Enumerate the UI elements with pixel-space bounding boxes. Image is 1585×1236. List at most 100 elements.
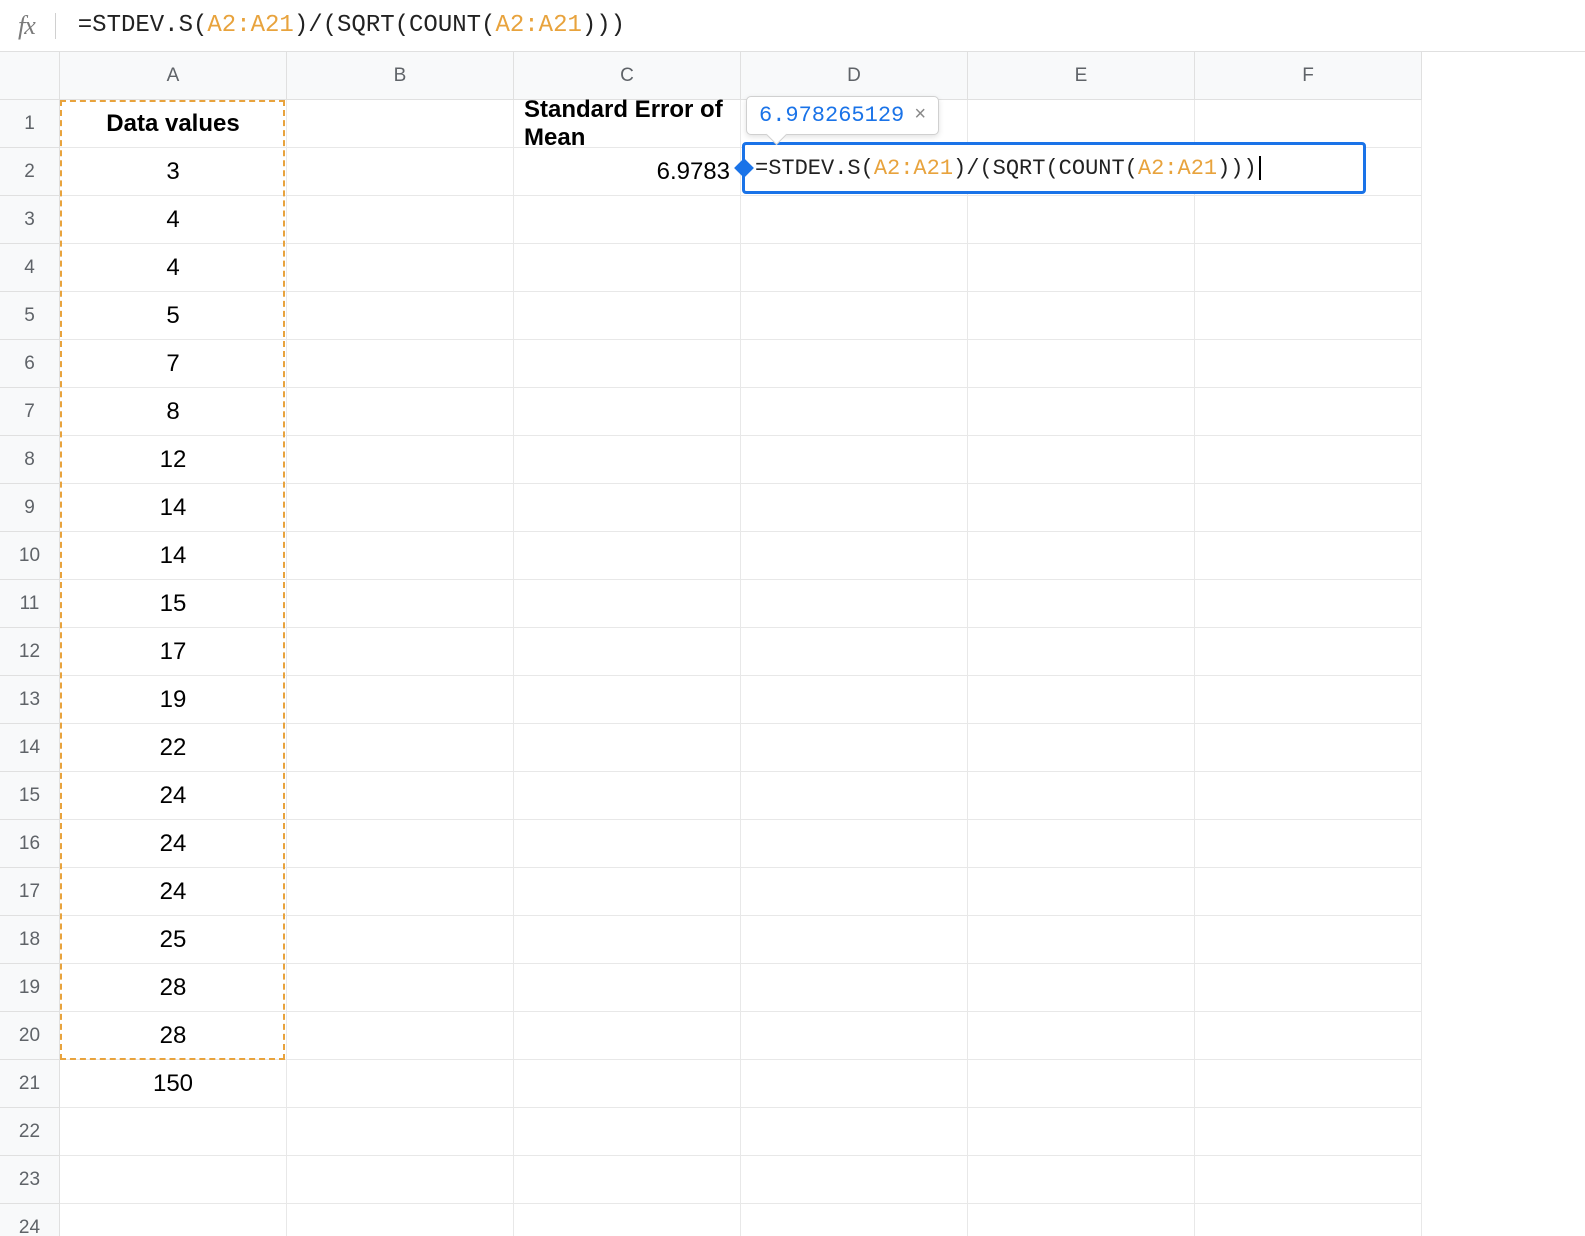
row-header-2[interactable]: 2 — [0, 148, 60, 196]
cell-D5[interactable] — [741, 292, 968, 340]
cell-D19[interactable] — [741, 964, 968, 1012]
cell-F6[interactable] — [1195, 340, 1422, 388]
cell-D4[interactable] — [741, 244, 968, 292]
cell-F22[interactable] — [1195, 1108, 1422, 1156]
cell-B11[interactable] — [287, 580, 514, 628]
row-header-20[interactable]: 20 — [0, 1012, 60, 1060]
cell-A15[interactable]: 24 — [60, 772, 287, 820]
cell-F17[interactable] — [1195, 868, 1422, 916]
cell-F11[interactable] — [1195, 580, 1422, 628]
cell-E20[interactable] — [968, 1012, 1195, 1060]
cell-E6[interactable] — [968, 340, 1195, 388]
cell-E17[interactable] — [968, 868, 1195, 916]
cell-E7[interactable] — [968, 388, 1195, 436]
cell-A1[interactable]: Data values — [60, 100, 287, 148]
cell-D15[interactable] — [741, 772, 968, 820]
cell-C5[interactable] — [514, 292, 741, 340]
cell-D24[interactable] — [741, 1204, 968, 1236]
row-header-24[interactable]: 24 — [0, 1204, 60, 1236]
row-header-7[interactable]: 7 — [0, 388, 60, 436]
cell-E9[interactable] — [968, 484, 1195, 532]
cell-E24[interactable] — [968, 1204, 1195, 1236]
row-header-17[interactable]: 17 — [0, 868, 60, 916]
col-header-A[interactable]: A — [60, 52, 287, 100]
row-header-6[interactable]: 6 — [0, 340, 60, 388]
cell-B7[interactable] — [287, 388, 514, 436]
row-header-22[interactable]: 22 — [0, 1108, 60, 1156]
cell-B3[interactable] — [287, 196, 514, 244]
cell-C7[interactable] — [514, 388, 741, 436]
cell-B23[interactable] — [287, 1156, 514, 1204]
row-header-10[interactable]: 10 — [0, 532, 60, 580]
cell-B5[interactable] — [287, 292, 514, 340]
cell-B19[interactable] — [287, 964, 514, 1012]
cell-B18[interactable] — [287, 916, 514, 964]
cell-B15[interactable] — [287, 772, 514, 820]
tooltip-close-icon[interactable]: × — [914, 104, 926, 127]
cell-A8[interactable]: 12 — [60, 436, 287, 484]
cell-D17[interactable] — [741, 868, 968, 916]
cell-A2[interactable]: 3 — [60, 148, 287, 196]
cell-E16[interactable] — [968, 820, 1195, 868]
cell-A11[interactable]: 15 — [60, 580, 287, 628]
cell-F21[interactable] — [1195, 1060, 1422, 1108]
row-header-9[interactable]: 9 — [0, 484, 60, 532]
cell-B20[interactable] — [287, 1012, 514, 1060]
cell-C19[interactable] — [514, 964, 741, 1012]
cell-B21[interactable] — [287, 1060, 514, 1108]
col-header-B[interactable]: B — [287, 52, 514, 100]
cell-F5[interactable] — [1195, 292, 1422, 340]
cell-C22[interactable] — [514, 1108, 741, 1156]
cell-F13[interactable] — [1195, 676, 1422, 724]
cell-A21[interactable]: 150 — [60, 1060, 287, 1108]
cell-B16[interactable] — [287, 820, 514, 868]
cell-D23[interactable] — [741, 1156, 968, 1204]
cell-B13[interactable] — [287, 676, 514, 724]
row-header-15[interactable]: 15 — [0, 772, 60, 820]
cell-A14[interactable]: 22 — [60, 724, 287, 772]
row-header-19[interactable]: 19 — [0, 964, 60, 1012]
cell-formula-editor[interactable]: =STDEV.S(A2:A21)/(SQRT(COUNT(A2:A21))) — [742, 142, 1366, 194]
formula-bar[interactable]: fx =STDEV.S(A2:A21)/(SQRT(COUNT(A2:A21))… — [0, 0, 1585, 52]
cell-A12[interactable]: 17 — [60, 628, 287, 676]
cell-E21[interactable] — [968, 1060, 1195, 1108]
cell-E1[interactable] — [968, 100, 1195, 148]
cell-F3[interactable] — [1195, 196, 1422, 244]
cell-B4[interactable] — [287, 244, 514, 292]
cell-A5[interactable]: 5 — [60, 292, 287, 340]
cell-C4[interactable] — [514, 244, 741, 292]
col-header-E[interactable]: E — [968, 52, 1195, 100]
cell-D9[interactable] — [741, 484, 968, 532]
cell-C14[interactable] — [514, 724, 741, 772]
cell-E12[interactable] — [968, 628, 1195, 676]
cell-F20[interactable] — [1195, 1012, 1422, 1060]
select-all-corner[interactable] — [0, 52, 60, 100]
col-header-F[interactable]: F — [1195, 52, 1422, 100]
cell-C8[interactable] — [514, 436, 741, 484]
cell-E5[interactable] — [968, 292, 1195, 340]
cell-A6[interactable]: 7 — [60, 340, 287, 388]
cell-F7[interactable] — [1195, 388, 1422, 436]
row-header-5[interactable]: 5 — [0, 292, 60, 340]
cell-B24[interactable] — [287, 1204, 514, 1236]
cell-E8[interactable] — [968, 436, 1195, 484]
cell-D7[interactable] — [741, 388, 968, 436]
cell-B10[interactable] — [287, 532, 514, 580]
cell-D13[interactable] — [741, 676, 968, 724]
cell-D8[interactable] — [741, 436, 968, 484]
cell-F23[interactable] — [1195, 1156, 1422, 1204]
cell-A22[interactable] — [60, 1108, 287, 1156]
cell-D12[interactable] — [741, 628, 968, 676]
cell-B8[interactable] — [287, 436, 514, 484]
cell-B2[interactable] — [287, 148, 514, 196]
cell-D18[interactable] — [741, 916, 968, 964]
cell-A16[interactable]: 24 — [60, 820, 287, 868]
cell-C1[interactable]: Standard Error of Mean — [514, 100, 741, 148]
cell-B14[interactable] — [287, 724, 514, 772]
row-header-16[interactable]: 16 — [0, 820, 60, 868]
cell-A3[interactable]: 4 — [60, 196, 287, 244]
cell-C17[interactable] — [514, 868, 741, 916]
row-header-14[interactable]: 14 — [0, 724, 60, 772]
cell-A18[interactable]: 25 — [60, 916, 287, 964]
cell-F9[interactable] — [1195, 484, 1422, 532]
